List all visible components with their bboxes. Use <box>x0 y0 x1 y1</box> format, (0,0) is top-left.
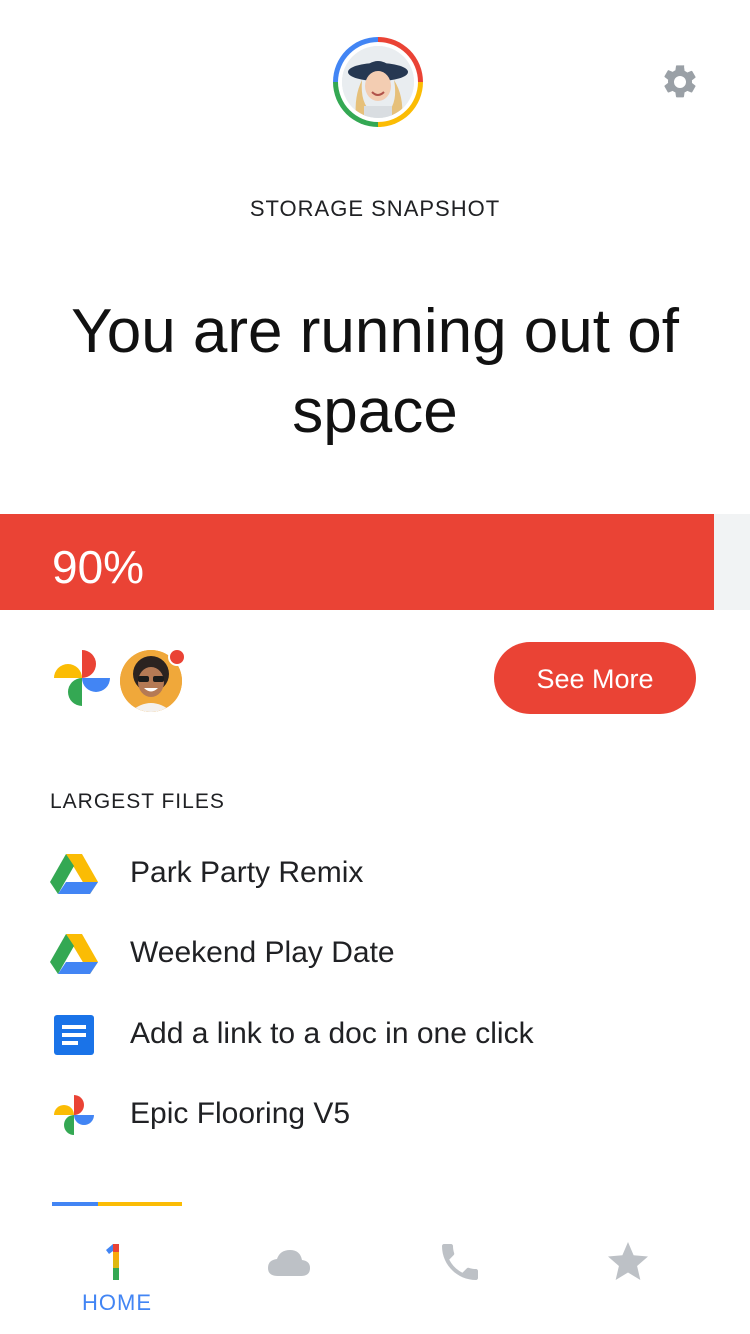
google-photos-icon <box>50 1093 98 1137</box>
phone-icon <box>436 1238 484 1286</box>
storage-usage-fill: 90% <box>0 514 714 610</box>
file-list-item[interactable]: Weekend Play Date <box>50 920 710 984</box>
tab-home-label: HOME <box>82 1290 152 1315</box>
file-list-item[interactable]: Add a link to a doc in one click <box>50 1001 710 1065</box>
google-drive-icon <box>50 932 98 976</box>
google-drive-icon <box>50 852 98 896</box>
section-title: STORAGE SNAPSHOT <box>249 196 501 221</box>
storage-usage-bar: 90% <box>0 514 750 610</box>
google-photos-icon[interactable] <box>52 648 112 708</box>
tab-benefits[interactable] <box>563 1230 693 1320</box>
file-name: Park Party Remix <box>130 856 364 889</box>
file-name: Epic Flooring V5 <box>130 1097 351 1130</box>
star-icon <box>604 1238 652 1286</box>
settings-gear-icon[interactable] <box>660 62 700 102</box>
tab-support[interactable] <box>395 1230 525 1320</box>
avatar-photo <box>342 46 414 118</box>
file-name: Add a link to a doc in one click <box>130 1017 534 1050</box>
storage-usage-label: 90% <box>52 541 145 593</box>
google-one-icon <box>93 1238 141 1286</box>
tab-storage[interactable] <box>223 1230 353 1320</box>
profile-avatar[interactable] <box>333 37 423 127</box>
file-list-item[interactable]: Park Party Remix <box>50 840 710 904</box>
see-more-button[interactable]: See More <box>494 642 696 714</box>
notification-dot <box>168 648 186 666</box>
file-name: Weekend Play Date <box>130 936 395 969</box>
page-headline: You are running out of space <box>71 297 679 446</box>
tab-home[interactable]: HOME <box>52 1230 182 1320</box>
largest-files-heading: LARGEST FILES <box>50 790 225 813</box>
cloud-icon <box>264 1238 312 1286</box>
file-list-item[interactable]: Epic Flooring V5 <box>50 1081 710 1145</box>
active-tab-indicator <box>52 1193 182 1206</box>
google-docs-icon <box>50 1013 98 1057</box>
